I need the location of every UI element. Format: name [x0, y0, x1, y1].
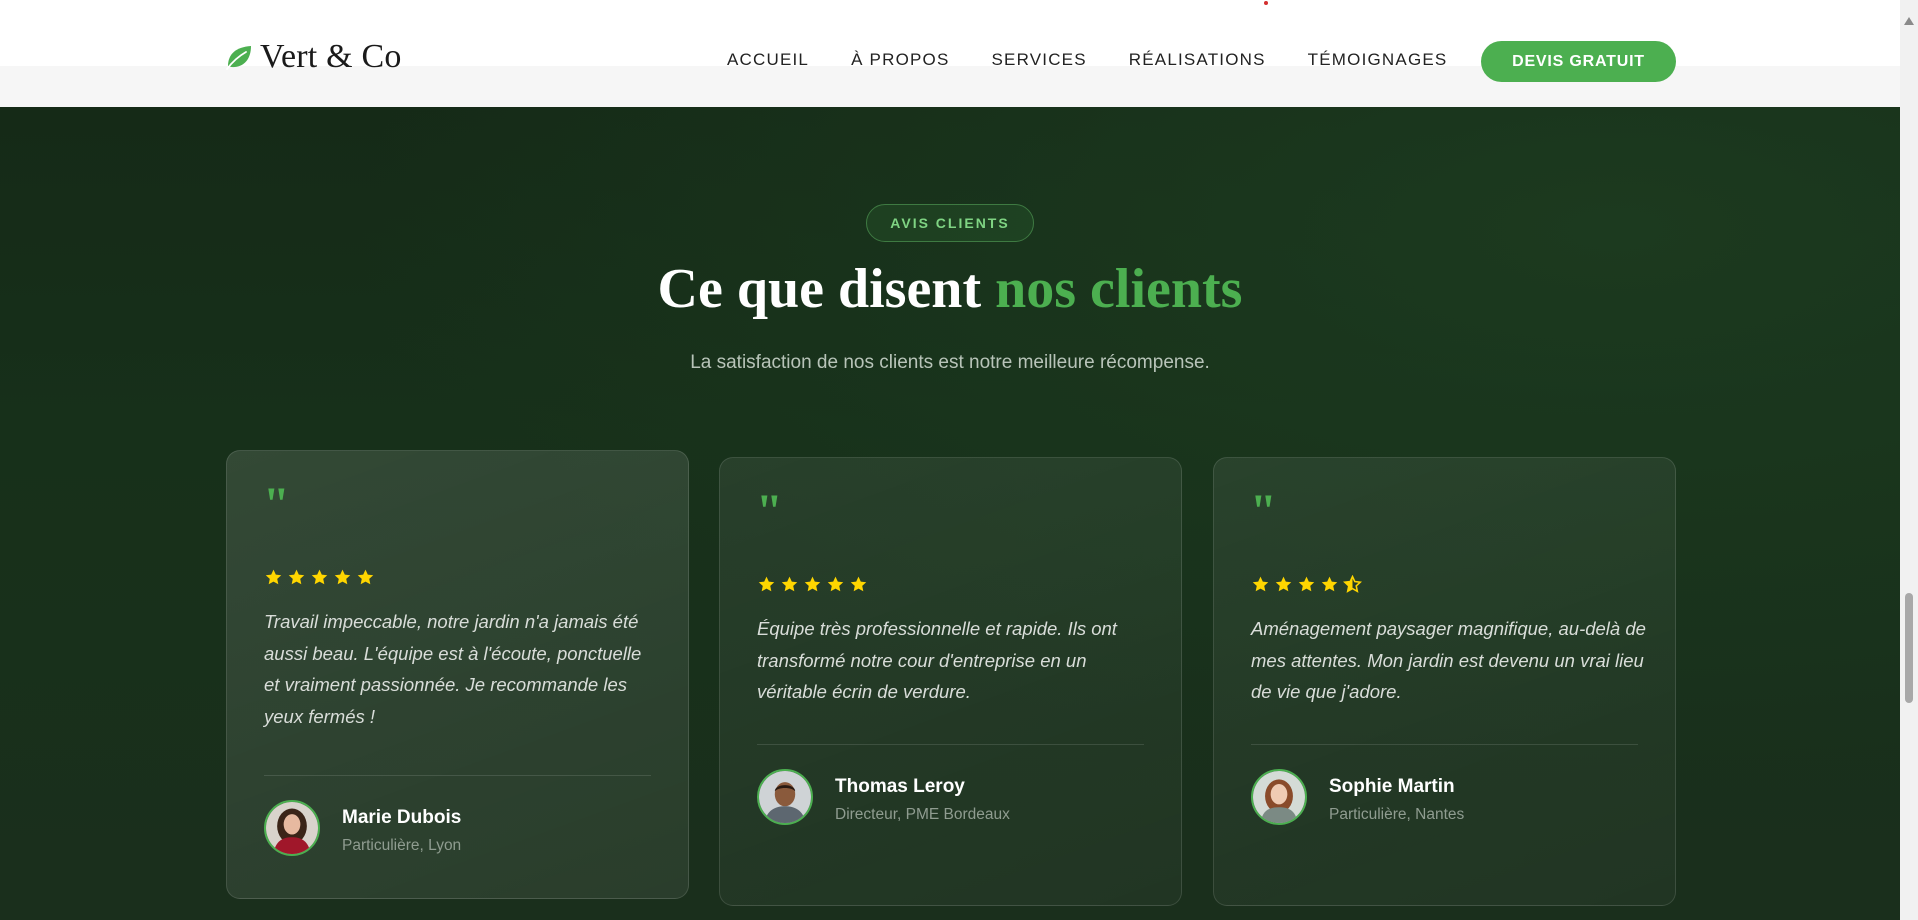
- client-role: Directeur, PME Bordeaux: [835, 806, 1010, 823]
- quote-icon: ": [756, 485, 783, 538]
- star-icon: [1252, 576, 1269, 592]
- star-icon: [827, 576, 844, 592]
- free-quote-button[interactable]: DEVIS GRATUIT: [1481, 41, 1676, 82]
- testimonial-card: " Équipe très professionnelle et rapide.…: [719, 457, 1182, 906]
- nav-services[interactable]: SERVICES: [992, 50, 1087, 70]
- testimonial-card: " Aménagement paysager magnifique, au-de…: [1213, 457, 1676, 906]
- client-name: Marie Dubois: [342, 807, 462, 828]
- rating-stars: [264, 568, 379, 587]
- star-icon: [311, 569, 328, 585]
- nav-accueil[interactable]: ACCUEIL: [727, 50, 809, 70]
- star-icon: [1343, 575, 1362, 593]
- avatar: [757, 769, 813, 825]
- divider: [264, 775, 651, 776]
- nav-a-propos[interactable]: À PROPOS: [851, 50, 949, 70]
- scroll-up-arrow-icon[interactable]: [1904, 17, 1914, 25]
- client-role: Particulière, Nantes: [1329, 806, 1465, 823]
- star-icon: [265, 569, 282, 585]
- title-accent: nos clients: [995, 258, 1243, 320]
- testimonial-text: Équipe très professionnelle et rapide. I…: [757, 618, 1117, 702]
- avatar: [1251, 769, 1307, 825]
- client-role: Particulière, Lyon: [342, 837, 462, 854]
- star-icon: [288, 569, 305, 585]
- section-badge: AVIS CLIENTS: [866, 204, 1034, 242]
- testimonials-section: AVIS CLIENTS Ce que disent nos clients L…: [0, 107, 1900, 920]
- testimonial-card: " Travail impeccable, notre jardin n'a j…: [226, 450, 689, 899]
- divider: [1251, 744, 1638, 745]
- testimonial-text: Aménagement paysager magnifique, au-delà…: [1251, 618, 1646, 702]
- logo-text: Vert & Co: [260, 38, 402, 75]
- section-subtitle: La satisfaction de nos clients est notre…: [690, 352, 1210, 373]
- client-name: Sophie Martin: [1329, 776, 1455, 797]
- star-icon: [357, 569, 374, 585]
- main-nav: ACCUEIL À PROPOS SERVICES RÉALISATIONS T…: [727, 50, 1489, 70]
- title-main: Ce que disent: [657, 258, 996, 320]
- quote-icon: ": [1250, 485, 1277, 538]
- star-icon: [781, 576, 798, 592]
- nav-realisations[interactable]: RÉALISATIONS: [1129, 50, 1266, 70]
- star-icon: [1321, 576, 1338, 592]
- leaf-icon: [226, 46, 251, 70]
- rating-stars: [757, 575, 872, 594]
- star-icon: [1298, 576, 1315, 592]
- scrollbar-thumb[interactable]: [1905, 593, 1913, 703]
- section-title: Ce que disent nos clients: [0, 257, 1900, 321]
- divider: [757, 744, 1144, 745]
- star-icon: [804, 576, 821, 592]
- indicator-dot: [1264, 1, 1268, 5]
- testimonial-text: Travail impeccable, notre jardin n'a jam…: [264, 611, 642, 727]
- page-scrollbar[interactable]: [1900, 0, 1918, 920]
- star-icon: [758, 576, 775, 592]
- star-icon: [334, 569, 351, 585]
- client-name: Thomas Leroy: [835, 776, 965, 797]
- star-icon: [1275, 576, 1292, 592]
- quote-icon: ": [263, 478, 290, 531]
- avatar: [264, 800, 320, 856]
- nav-temoignages[interactable]: TÉMOIGNAGES: [1308, 50, 1448, 70]
- logo[interactable]: Vert & Co: [224, 38, 402, 76]
- star-icon: [850, 576, 867, 592]
- rating-stars: [1251, 575, 1366, 594]
- site-header: Vert & Co ACCUEIL À PROPOS SERVICES RÉAL…: [0, 0, 1900, 107]
